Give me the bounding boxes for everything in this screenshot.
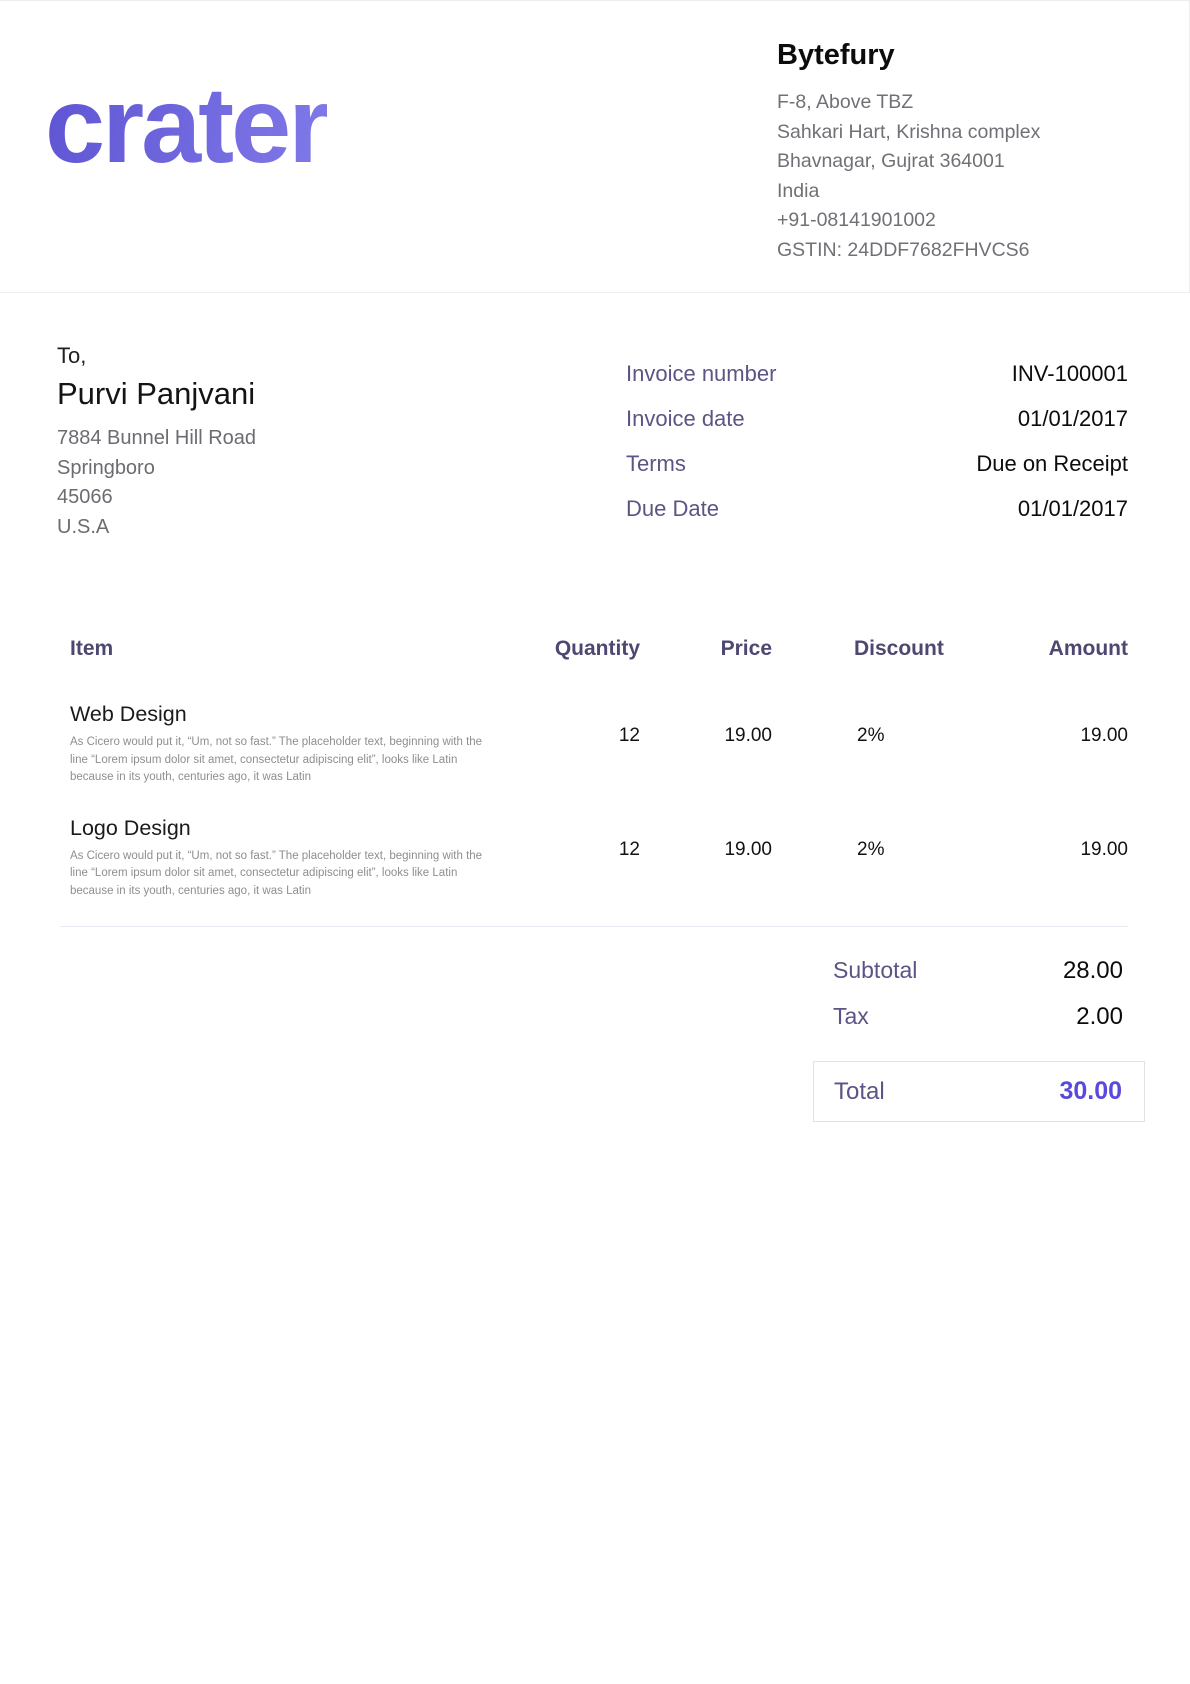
table-row: Logo Design As Cicero would put it, “Um,… <box>70 813 1128 901</box>
tax-label: Tax <box>833 1003 869 1030</box>
item-description: As Cicero would put it, “Um, not so fast… <box>70 848 490 901</box>
company-gstin: GSTIN: 24DDF7682FHVCS6 <box>777 236 1127 266</box>
invoice-date-value: 01/01/2017 <box>1018 406 1128 432</box>
invoice-date-row: Invoice date 01/01/2017 <box>626 406 1128 451</box>
company-info: Bytefury F-8, Above TBZ Sahkari Hart, Kr… <box>777 37 1127 265</box>
bill-to-address-line: 7884 Bunnel Hill Road <box>57 424 256 454</box>
company-address-line: Sahkari Hart, Krishna complex <box>777 118 1127 148</box>
invoice-number-row: Invoice number INV-100001 <box>626 361 1128 406</box>
invoice-number-value: INV-100001 <box>1012 361 1128 387</box>
bill-to-address-line: 45066 <box>57 483 256 513</box>
subtotal-row: Subtotal 28.00 <box>813 957 1145 1003</box>
column-header-quantity: Quantity <box>525 637 640 661</box>
terms-label: Terms <box>626 451 686 477</box>
table-row: Web Design As Cicero would put it, “Um, … <box>70 699 1128 787</box>
item-description: As Cicero would put it, “Um, not so fast… <box>70 734 490 787</box>
item-quantity: 12 <box>525 813 640 901</box>
column-header-discount: Discount <box>772 637 968 661</box>
item-discount: 2% <box>772 699 968 787</box>
bill-to-address-line: Springboro <box>57 454 256 484</box>
bill-to-address-line: U.S.A <box>57 513 256 543</box>
company-address-line: India <box>777 177 1127 207</box>
invoice-page: crater Bytefury F-8, Above TBZ Sahkari H… <box>0 0 1190 1684</box>
subtotal-value: 28.00 <box>1063 957 1123 985</box>
subtotal-label: Subtotal <box>833 957 917 984</box>
total-box: Total 30.00 <box>813 1061 1145 1122</box>
company-name: Bytefury <box>777 39 1127 72</box>
parties-section: To, Purvi Panjvani 7884 Bunnel Hill Road… <box>0 293 1190 542</box>
table-footer-divider <box>60 926 1128 927</box>
totals-section: Subtotal 28.00 Tax 2.00 Total 30.00 <box>813 957 1145 1122</box>
item-cell: Web Design As Cicero would put it, “Um, … <box>70 699 525 787</box>
tax-value: 2.00 <box>1076 1003 1123 1031</box>
item-discount: 2% <box>772 813 968 901</box>
invoice-number-label: Invoice number <box>626 361 776 387</box>
bill-to-intro: To, <box>57 341 256 371</box>
total-value: 30.00 <box>1059 1077 1122 1106</box>
terms-row: Terms Due on Receipt <box>626 451 1128 496</box>
column-header-item: Item <box>70 637 525 661</box>
tax-row: Tax 2.00 <box>813 1003 1145 1049</box>
bill-to-block: To, Purvi Panjvani 7884 Bunnel Hill Road… <box>57 341 256 542</box>
invoice-meta: Invoice number INV-100001 Invoice date 0… <box>626 361 1128 542</box>
bill-to-name: Purvi Panjvani <box>57 376 256 412</box>
item-quantity: 12 <box>525 699 640 787</box>
item-amount: 19.00 <box>968 813 1128 901</box>
item-name: Web Design <box>70 699 525 729</box>
due-date-row: Due Date 01/01/2017 <box>626 496 1128 541</box>
due-date-value: 01/01/2017 <box>1018 496 1128 522</box>
item-price: 19.00 <box>640 813 772 901</box>
column-header-price: Price <box>640 637 772 661</box>
items-table: Item Quantity Price Discount Amount Web … <box>0 637 1190 900</box>
item-cell: Logo Design As Cicero would put it, “Um,… <box>70 813 525 901</box>
item-price: 19.00 <box>640 699 772 787</box>
invoice-header: crater Bytefury F-8, Above TBZ Sahkari H… <box>0 0 1190 293</box>
company-phone: +91-08141901002 <box>777 206 1127 236</box>
items-table-header: Item Quantity Price Discount Amount <box>70 637 1128 661</box>
total-label: Total <box>834 1078 885 1106</box>
crater-logo: crater <box>45 71 327 179</box>
invoice-date-label: Invoice date <box>626 406 745 432</box>
due-date-label: Due Date <box>626 496 719 522</box>
company-address-line: Bhavnagar, Gujrat 364001 <box>777 147 1127 177</box>
column-header-amount: Amount <box>968 637 1128 661</box>
terms-value: Due on Receipt <box>976 451 1128 477</box>
item-amount: 19.00 <box>968 699 1128 787</box>
company-address-line: F-8, Above TBZ <box>777 88 1127 118</box>
item-name: Logo Design <box>70 813 525 843</box>
